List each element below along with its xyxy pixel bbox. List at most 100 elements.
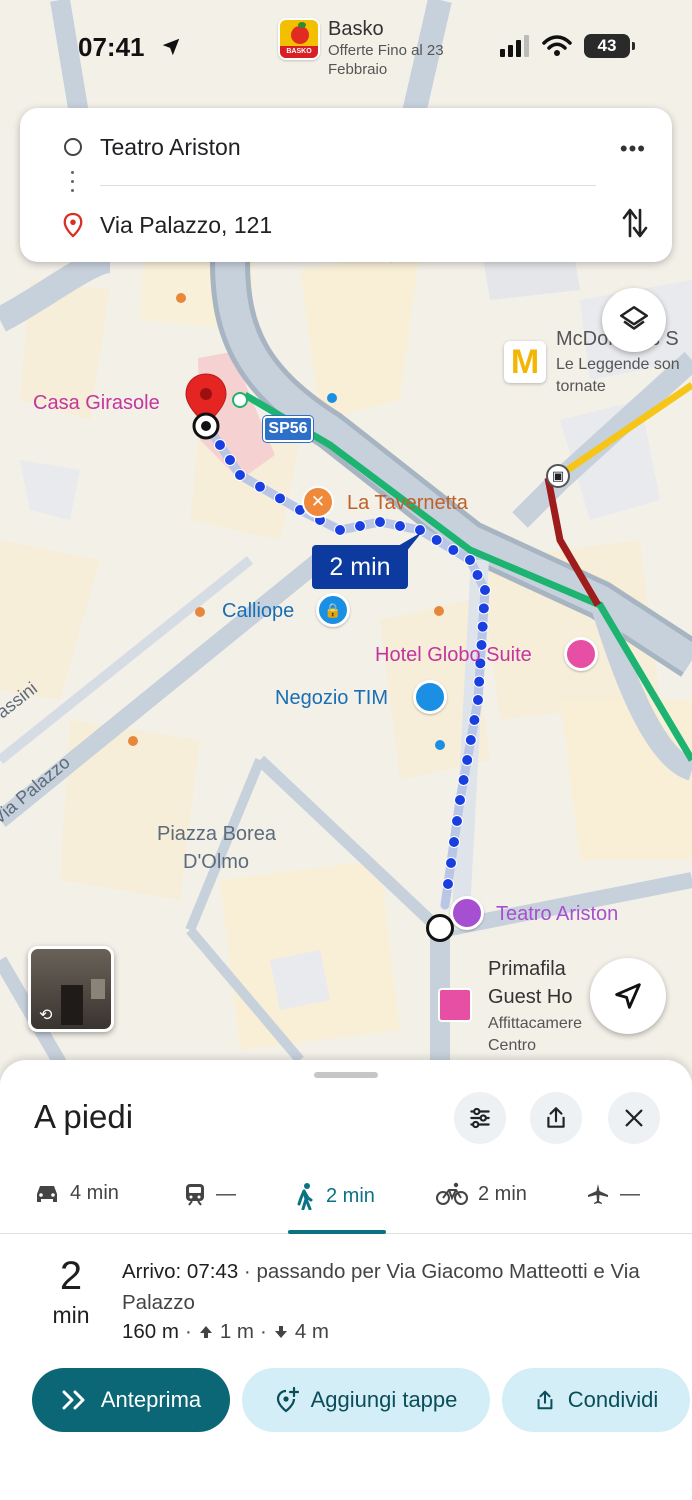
route-dot [354,520,366,532]
hotel-icon[interactable] [564,637,598,671]
route-descent: 4 m [294,1320,330,1343]
poi-hotel-globo-suite[interactable]: Hotel Globo Suite [375,644,532,667]
route-dot [468,714,481,726]
tab-transit-label: — [216,1182,236,1205]
field-divider [100,185,596,186]
origin-marker[interactable] [426,914,454,942]
cellular-signal-icon [500,35,529,57]
thumb-door [61,985,83,1025]
wifi-icon [542,35,572,56]
share-button[interactable]: Condividi [502,1368,690,1432]
status-bar: 07:41 BASKO Basko Offerte Fino al 23 Feb… [0,0,692,96]
poi-negozio-tim[interactable]: Negozio TIM [275,687,388,710]
mcdonalds-logo-icon[interactable]: M [504,341,546,383]
stats-separator: · [184,1320,192,1343]
ad-tagline: Offerte Fino al 23 Febbraio [328,42,444,78]
share-route-button[interactable] [530,1092,582,1144]
route-options-button[interactable] [454,1092,506,1144]
poi-primafila[interactable]: Primafila [488,958,566,981]
share-icon [537,1390,553,1410]
road-shield-sp56: SP56 [263,416,313,442]
car-icon [37,1185,57,1202]
theater-icon[interactable] [450,896,484,930]
route-dot [394,520,406,532]
place-piazza-borea[interactable]: Piazza Borea [157,823,276,846]
sheet-drag-handle[interactable] [314,1072,378,1078]
recenter-button[interactable] [590,958,666,1034]
stats-separator: · [260,1320,267,1343]
destination-field[interactable]: Via Palazzo, 121 [100,212,272,239]
eta-badge-tail [398,532,422,552]
hotel-icon[interactable] [438,988,472,1022]
street-view-thumbnail[interactable]: ⟲ [28,946,114,1032]
poi-la-tavernetta[interactable]: La Tavernetta [347,492,468,515]
double-chevron-right-icon [62,1390,85,1410]
tab-flights[interactable]: — [586,1182,640,1206]
route-dot [471,569,484,581]
poi-mcdonalds-sub2: tornate [556,378,606,395]
close-icon [625,1109,643,1127]
route-dot [457,774,470,786]
restaurant-icon[interactable]: ✕ [302,486,334,518]
add-location-icon [276,1387,299,1413]
route-dot [464,554,476,566]
origin-field[interactable]: Teatro Ariston [100,134,241,161]
route-distance: 160 m [122,1320,179,1343]
add-stops-button[interactable]: Aggiungi tappe [242,1368,490,1432]
layers-icon [619,305,649,330]
poi-teatro-ariston[interactable]: Teatro Ariston [496,903,618,926]
route-eta-badge[interactable]: 2 min [312,545,408,589]
tab-cycling[interactable]: 2 min [436,1182,527,1206]
ascent-arrow-icon [199,1326,212,1338]
more-horiz-icon[interactable]: ••• [620,136,646,162]
clock: 07:41 [78,32,145,62]
route-dot [430,534,443,546]
shopping-bag-icon[interactable]: 🔒 [316,593,350,627]
preview-button[interactable]: Anteprima [32,1368,230,1432]
poi-casa-girasole[interactable]: Casa Girasole [33,392,160,415]
route-dot [454,794,466,806]
close-button[interactable] [608,1092,660,1144]
poi-primafila-2: Guest Ho [488,986,573,1008]
directions-bottom-sheet: A piedi 4 min — 2 min 2 min — 2 min Arri… [0,1060,692,1500]
route-dot [334,524,346,536]
duration-unit: min [52,1302,90,1328]
share-label: Condividi [567,1387,659,1412]
tab-walking[interactable]: 2 min [294,1182,375,1210]
battery-indicator: 43 [584,34,635,58]
arrival-time: Arrivo: 07:43 [122,1260,239,1283]
route-dot [461,754,474,766]
walk-icon [297,1183,313,1210]
route-ascent: 1 m [219,1320,254,1343]
ad-title: Basko [328,18,384,40]
travel-mode-tabs: 4 min — 2 min 2 min — [0,1170,692,1234]
tab-transit[interactable]: — [184,1182,236,1206]
route-dot [234,469,246,481]
poi-calliope[interactable]: Calliope [222,600,294,623]
train-icon [186,1184,204,1206]
sheet-title: A piedi [34,1098,134,1135]
swap-vert-icon[interactable] [622,206,648,240]
origin-circle-icon [64,138,82,156]
tab-driving[interactable]: 4 min [34,1182,119,1205]
tab-driving-label: 4 min [70,1182,119,1204]
poi-mcdonalds-sub: Le Leggende son [556,356,680,373]
route-dot [473,675,486,688]
transit-stop-icon[interactable] [232,392,248,408]
place-piazza-borea-2: D'Olmo [183,851,250,873]
route-dots-icon [71,171,75,197]
location-arrow-icon [162,38,180,56]
bus-stop-icon[interactable]: ▣ [546,464,570,488]
rotate-360-icon: ⟲ [39,1007,53,1024]
route-dot [254,480,266,493]
route-stats: 160 m · 1 m · 4 m [122,1320,329,1344]
poi-primafila-3: Affittacamere [488,1015,582,1032]
thumb-window [91,979,105,999]
route-summary[interactable]: Arrivo: 07:43 · passando per Via Giacomo… [122,1256,670,1318]
ad-banner[interactable]: BASKO Basko Offerte Fino al 23 Febbraio [278,18,478,79]
shopping-bag-icon[interactable] [413,680,447,714]
route-dot [224,454,236,466]
system-icons: 43 [500,34,635,58]
layers-button[interactable] [602,288,666,352]
destination-pin-icon[interactable] [180,370,232,442]
